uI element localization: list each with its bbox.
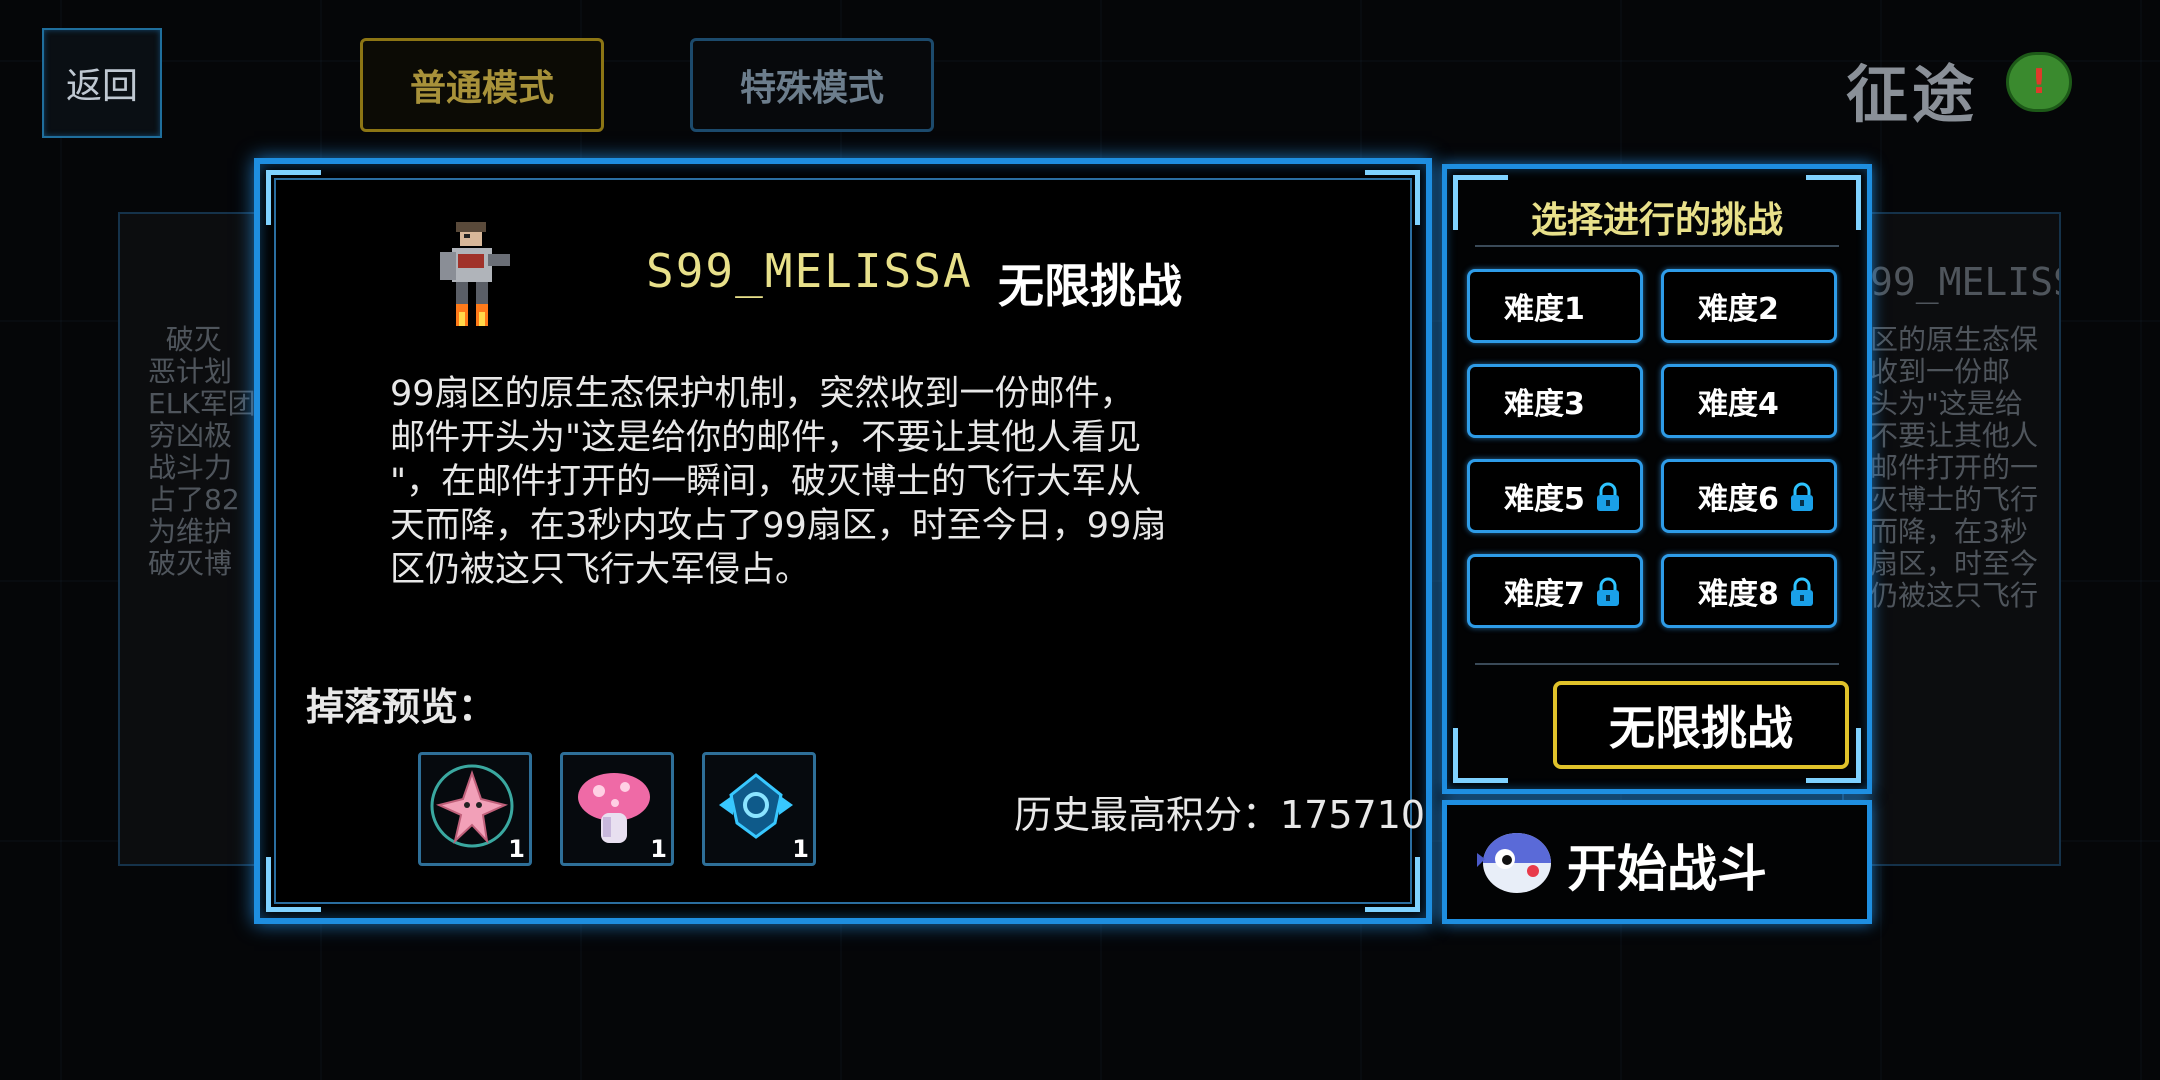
frame-corner (1365, 170, 1420, 225)
frame-corner (266, 170, 321, 225)
difficulty-6-button[interactable]: 难度6 (1661, 459, 1837, 533)
challenge-select-title: 选择进行的挑战 (1530, 200, 1783, 241)
journey-title[interactable]: 征途 (1846, 44, 1978, 134)
special-mode-tab[interactable]: 特殊模式 (690, 38, 934, 132)
previous-level-description: 破灭 恶计划 ELK军团 穷凶极 战斗力 占了82 为维护 破灭博 (148, 323, 256, 580)
difficulty-label: 难度8 (1698, 577, 1779, 612)
blue-gem-icon (719, 773, 793, 839)
difficulty-label: 难度7 (1504, 577, 1585, 612)
difficulty-7-button[interactable]: 难度7 (1467, 554, 1643, 628)
difficulty-5-button[interactable]: 难度5 (1467, 459, 1643, 533)
frame-corner (1453, 728, 1508, 783)
drop-count: 1 (650, 835, 667, 863)
frame-corner (266, 857, 321, 912)
start-battle-label: 开始战斗 (1567, 840, 1767, 898)
difficulty-label: 难度3 (1504, 387, 1585, 422)
normal-mode-tab[interactable]: 普通模式 (360, 38, 604, 132)
difficulty-label: 难度4 (1698, 387, 1779, 422)
drop-count: 1 (792, 835, 809, 863)
next-level-card[interactable]: 99_MELISS 区的原生态保 收到一份邮 头为"这是给 不要让其他人 邮件打开的一… (1842, 212, 2061, 866)
level-description: 99扇区的原生态保护机制，突然收到一份邮件， 邮件开头为"这是给你的邮件，不要让… (390, 374, 1167, 590)
challenge-mode-title: 无限挑战 (998, 259, 1182, 313)
difficulty-label: 难度6 (1698, 482, 1779, 517)
drop-preview-label: 掉落预览： (306, 685, 497, 729)
challenge-select-panel: 选择进行的挑战 难度1 难度2 难度3 难度4 难度5 难度6 难度7 难度8 … (1442, 164, 1872, 794)
frame-corner (1365, 857, 1420, 912)
infinite-challenge-button[interactable]: 无限挑战 (1553, 681, 1849, 769)
divider (1475, 663, 1839, 665)
boss-name: S99_MELISSA (646, 244, 973, 298)
difficulty-3-button[interactable]: 难度3 (1467, 364, 1643, 438)
difficulty-8-button[interactable]: 难度8 (1661, 554, 1837, 628)
difficulty-1-button[interactable]: 难度1 (1467, 269, 1643, 343)
boss-sprite-icon (440, 222, 510, 326)
difficulty-2-button[interactable]: 难度2 (1661, 269, 1837, 343)
pufferfish-icon (1477, 833, 1551, 893)
start-battle-button[interactable]: 开始战斗 (1442, 800, 1872, 924)
lock-icon (1791, 577, 1813, 606)
back-button[interactable]: 返回 (42, 28, 162, 138)
difficulty-4-button[interactable]: 难度4 (1661, 364, 1837, 438)
next-level-title: 99_MELISS (1870, 260, 2061, 304)
drop-item[interactable]: 1 (702, 752, 816, 866)
difficulty-label: 难度1 (1504, 292, 1585, 327)
journey-alert-badge[interactable]: ! (2006, 52, 2072, 112)
lock-icon (1597, 577, 1619, 606)
lock-icon (1597, 482, 1619, 511)
high-score: 历史最高积分：175710 (1014, 793, 1426, 837)
drop-item[interactable]: 1 (418, 752, 532, 866)
drop-count: 1 (508, 835, 525, 863)
lock-icon (1791, 482, 1813, 511)
divider (1475, 245, 1839, 247)
pink-mushroom-icon (578, 773, 650, 843)
drop-item[interactable]: 1 (560, 752, 674, 866)
difficulty-label: 难度5 (1504, 482, 1585, 517)
difficulty-label: 难度2 (1698, 292, 1779, 327)
next-level-description: 区的原生态保 收到一份邮 头为"这是给 不要让其他人 邮件打开的一 灭博士的飞行 而降，… (1870, 323, 2039, 612)
pink-star-creature-icon (430, 764, 514, 848)
level-detail-panel: S99_MELISSA 无限挑战 99扇区的原生态保护机制，突然收到一份邮件， … (254, 158, 1432, 924)
